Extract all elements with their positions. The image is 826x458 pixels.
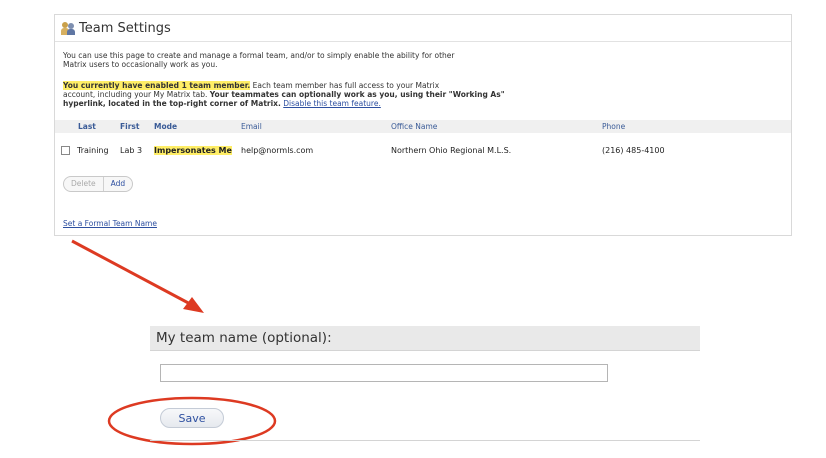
annotation-arrow-head	[183, 297, 204, 313]
save-button[interactable]: Save	[160, 408, 224, 428]
team-name-label: My team name (optional):	[156, 330, 332, 346]
team-name-header: My team name (optional):	[150, 326, 700, 351]
team-name-input[interactable]	[160, 364, 608, 382]
team-name-section: My team name (optional): Save	[150, 326, 700, 442]
divider	[150, 440, 700, 441]
annotation-arrow-line	[71, 239, 195, 308]
